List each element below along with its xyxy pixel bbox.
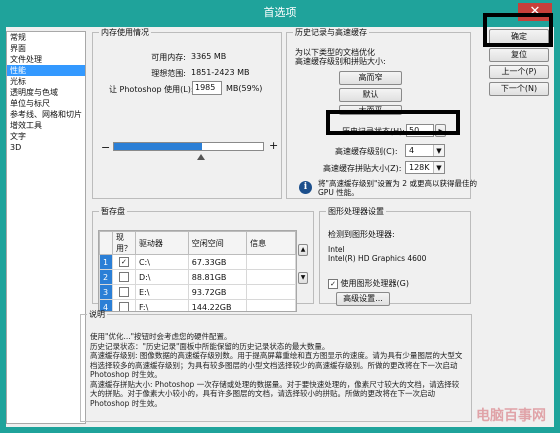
description-line: 使用"优化..."按钮时会考虑您的硬件配置。: [90, 332, 232, 341]
optimize-intro-text: 为以下类型的文档优化 高速缓存级别和拼贴大小:: [295, 48, 386, 66]
memory-plus-label: +: [269, 139, 279, 152]
memory-minus-label: −: [101, 141, 111, 154]
scratch-disks-group: 暂存盘 现用？ 驱动器 空闲空间 信息 1 ✓ C:\ 67.33GB 2 D:\ 88.81GB…: [92, 206, 314, 312]
active-checkbox[interactable]: [118, 287, 129, 297]
next-button[interactable]: 下一个(N): [489, 82, 549, 96]
info-cell-cell: [246, 269, 296, 285]
move-down-button[interactable]: ▼: [298, 272, 308, 284]
cache-levels-select[interactable]: 4 ▼: [405, 144, 445, 157]
reset-button[interactable]: 复位: [489, 48, 549, 62]
ok-button-highlight: [483, 13, 553, 47]
use-gpu-label: 使用图形处理器(G): [340, 279, 409, 288]
sidebar-item[interactable]: 透明度与色域: [7, 87, 85, 98]
prev-button[interactable]: 上一个(P): [489, 65, 549, 79]
move-up-button[interactable]: ▲: [298, 244, 308, 256]
category-list[interactable]: 常规 界面 文件处理 性能 光标 透明度与色域 单位与标尺 参考线、网格和切片 增效工具 文字 3D: [6, 31, 86, 424]
active-checkbox[interactable]: [118, 272, 129, 282]
cache-tile-size-select[interactable]: 128K ▼: [405, 161, 445, 174]
memory-slider-track[interactable]: [113, 142, 264, 151]
available-memory-value: 3365 MB: [191, 52, 227, 61]
column-header[interactable]: 空闲空间: [187, 231, 248, 255]
active-checkbox-cell: [111, 284, 136, 300]
column-header[interactable]: 现用？: [111, 231, 136, 255]
active-checkbox-cell: ✓: [111, 254, 136, 270]
gpu-vendor: Intel: [328, 245, 345, 254]
scratch-disks-table: 现用？ 驱动器 空闲空间 信息 1 ✓ C:\ 67.33GB 2 D:\ 88.81GB 3 E:\…: [99, 231, 296, 311]
default-button[interactable]: 默认: [339, 88, 402, 102]
memory-slider-fill: [114, 143, 202, 150]
advanced-settings-button[interactable]: 高级设置...: [336, 292, 390, 306]
column-header[interactable]: 信息: [246, 231, 296, 255]
gpu-settings-group: 图形处理器设置 检测到图形处理器: Intel Intel(R) HD Grap…: [319, 206, 471, 306]
table-row[interactable]: 3 E:\ 93.72GB: [99, 284, 296, 300]
gpu-performance-note: 将"高速缓存级别"设置为 2 或更高以获得最佳的 GPU 性能。: [318, 179, 477, 197]
tall-thin-button[interactable]: 高而窄: [339, 71, 402, 85]
sidebar-item[interactable]: 常规: [7, 32, 85, 43]
sidebar-item[interactable]: 性能: [7, 65, 85, 76]
table-row[interactable]: 1 ✓ C:\ 67.33GB: [99, 254, 296, 270]
use-gpu-row[interactable]: ✓ 使用图形处理器(G): [328, 278, 409, 289]
window-title: 首选项: [263, 6, 297, 19]
description-line: 高速缓存级别: 图像数据的高速缓存级别数。用于提高屏幕重绘和直方图显示的速度。请…: [90, 351, 463, 379]
description-line: 历史记录状态："历史记录"面板中所能保留的历史记录状态的最大数量。: [90, 341, 330, 351]
drive-cell-cell: D:\: [134, 269, 189, 285]
preferences-client: 常规 界面 文件处理 性能 光标 透明度与色域 单位与标尺 参考线、网格和切片 增效工具 文字 3D…: [6, 13, 554, 427]
sidebar-item[interactable]: 参考线、网格和切片: [7, 109, 85, 120]
row-number-cell: 3: [99, 284, 113, 300]
cache-levels-label: 高速缓存级别(C):: [335, 147, 398, 156]
info-cell-cell: [246, 254, 296, 270]
row-number-cell: 2: [99, 269, 113, 285]
info-cell-cell: [246, 284, 296, 300]
memory-slider-thumb[interactable]: [196, 154, 205, 160]
sidebar-item[interactable]: 光标: [7, 76, 85, 87]
scratch-disks-table-container: 现用？ 驱动器 空闲空间 信息 1 ✓ C:\ 67.33GB 2 D:\ 88.81GB 3 E:\…: [98, 230, 297, 312]
let-photoshop-use-label: 让 Photoshop 使用(L):: [109, 85, 194, 94]
row-number-cell: 1: [99, 254, 113, 270]
use-gpu-checkbox[interactable]: ✓: [328, 278, 338, 289]
watermark-logo: 电脑百事网: [476, 408, 546, 424]
active-checkbox[interactable]: ✓: [118, 257, 129, 267]
drive-cell-cell: C:\: [134, 254, 189, 270]
column-header[interactable]: 驱动器: [134, 231, 189, 255]
info-icon: i: [299, 181, 312, 194]
table-row[interactable]: 2 D:\ 88.81GB: [99, 269, 296, 285]
ideal-range-label: 理想范围:: [151, 69, 186, 78]
gpu-settings-legend: 图形处理器设置: [328, 207, 384, 216]
free-space-cell-cell: 67.33GB: [187, 254, 248, 270]
history-states-highlight: [326, 110, 460, 135]
drive-cell-cell: E:\: [134, 284, 189, 300]
active-checkbox-cell: [111, 269, 136, 285]
description-group: 说明 使用"优化..."按钮时会考虑您的硬件配置。 历史记录状态："历史记录"面板…: [80, 309, 472, 422]
cache-tile-size-value: 128K: [409, 163, 430, 172]
description-text: 使用"优化..."按钮时会考虑您的硬件配置。 历史记录状态："历史记录"面板中所能…: [90, 332, 464, 408]
scratch-disks-legend: 暂存盘: [101, 207, 125, 216]
free-space-cell-cell: 93.72GB: [187, 284, 248, 300]
sidebar-item[interactable]: 3D: [7, 142, 85, 153]
description-line: 高速缓存拼贴大小: Photoshop 一次存储或处理的数据量。对于要快速处理的…: [90, 379, 460, 408]
chevron-down-icon: ▼: [433, 145, 444, 156]
gpu-card-name: Intel(R) HD Graphics 4600: [328, 254, 427, 263]
gpu-detected-label: 检测到图形处理器:: [328, 230, 395, 239]
free-space-cell-cell: 88.81GB: [187, 269, 248, 285]
ideal-range-value: 1851-2423 MB: [191, 68, 250, 77]
sidebar-item[interactable]: 单位与标尺: [7, 98, 85, 109]
memory-percent-label: MB(59%): [226, 84, 263, 93]
sidebar-item[interactable]: 界面: [7, 43, 85, 54]
sidebar-item[interactable]: 文件处理: [7, 54, 85, 65]
memory-usage-group: 内存使用情况 可用内存: 3365 MB 理想范围: 1851-2423 MB …: [92, 27, 282, 199]
sidebar-item[interactable]: 文字: [7, 131, 85, 142]
chevron-down-icon: ▼: [433, 162, 444, 173]
history-cache-legend: 历史记录与高速缓存: [295, 28, 367, 37]
cache-tile-size-label: 高速缓存拼贴大小(Z):: [323, 164, 402, 173]
sidebar-item[interactable]: 增效工具: [7, 120, 85, 131]
memory-amount-input[interactable]: 1985: [192, 81, 222, 95]
memory-usage-legend: 内存使用情况: [101, 28, 149, 37]
available-memory-label: 可用内存:: [151, 53, 186, 62]
cache-levels-value: 4: [409, 146, 415, 155]
description-legend: 说明: [89, 310, 105, 319]
